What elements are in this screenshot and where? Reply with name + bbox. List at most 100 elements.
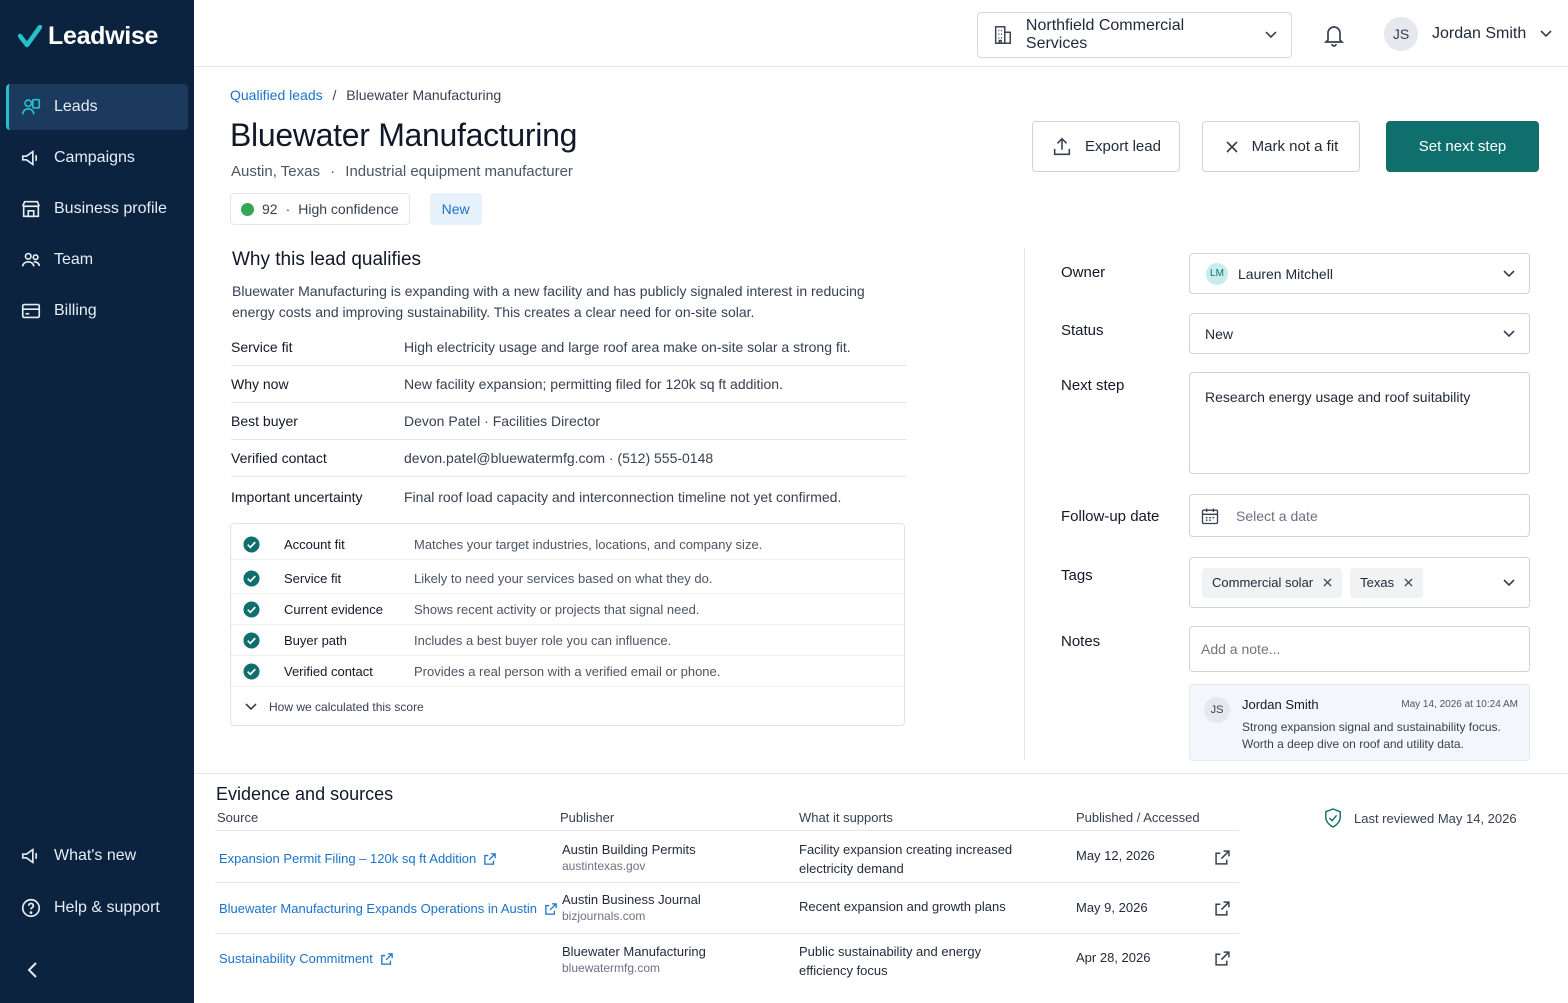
column-header-source: Source <box>217 810 259 825</box>
external-link-icon[interactable] <box>1215 951 1230 966</box>
check-key: Current evidence <box>284 601 383 617</box>
score-calculation-toggle[interactable]: How we calculated this score <box>245 700 424 714</box>
sidebar-item-whats-new[interactable]: What's new <box>6 833 188 879</box>
notes-label: Notes <box>1061 633 1101 650</box>
detail-row: Important uncertainty Final roof load cap… <box>231 478 907 515</box>
page-title: Bluewater Manufacturing <box>230 117 578 153</box>
table-divider <box>215 933 1239 934</box>
org-selector[interactable]: Northfield Commercial Services <box>977 12 1292 58</box>
external-link-icon[interactable] <box>1215 901 1230 916</box>
follow-up-placeholder: Select a date <box>1236 507 1318 524</box>
source-link[interactable]: Sustainability Commitment <box>219 951 393 966</box>
last-reviewed-text: Last reviewed May 14, 2026 <box>1354 810 1517 826</box>
detail-value: devon.patel@bluewatermfg.com · (512) 555… <box>404 450 714 466</box>
check-row: Current evidence Shows recent activity o… <box>231 594 904 625</box>
column-header-publisher: Publisher <box>560 810 615 825</box>
supports-text: Public sustainability and energy efficie… <box>799 944 982 978</box>
sidebar-item-business-profile[interactable]: Business profile <box>6 186 188 232</box>
leads-icon <box>21 98 41 115</box>
published-date: May 12, 2026 <box>1076 848 1155 863</box>
publisher-name: Austin Building Permits <box>562 842 696 857</box>
owner-label: Owner <box>1061 264 1106 281</box>
column-header-supports: What it supports <box>799 810 893 825</box>
publisher-domain: austintexas.gov <box>562 859 646 873</box>
chevron-down-icon <box>1540 30 1552 38</box>
check-key: Buyer path <box>284 632 347 648</box>
publisher-domain: bluewatermfg.com <box>562 961 661 975</box>
note-author: Jordan Smith <box>1242 697 1319 712</box>
source-title: Bluewater Manufacturing Expands Operatio… <box>219 901 537 916</box>
sidebar-item-campaigns[interactable]: Campaigns <box>6 135 188 181</box>
lead-location: Austin, Texas <box>231 163 320 180</box>
check-circle-icon <box>243 569 260 587</box>
sidebar-item-label: Help & support <box>54 899 160 916</box>
source-link[interactable]: Expansion Permit Filing – 120k sq ft Add… <box>219 851 497 866</box>
tags-select[interactable]: Commercial solar Texas <box>1189 557 1530 608</box>
close-icon[interactable] <box>1323 578 1332 587</box>
last-reviewed: Last reviewed May 14, 2026 <box>1324 808 1517 828</box>
status-select[interactable]: New <box>1189 313 1530 354</box>
topbar: Northfield Commercial Services JS Jordan… <box>194 0 1568 67</box>
upload-icon <box>1053 137 1071 155</box>
score-checklist: Account fit Matches your target industri… <box>230 523 905 726</box>
check-key: Account fit <box>284 536 345 552</box>
column-divider <box>1024 248 1025 760</box>
external-link-icon <box>545 902 557 915</box>
check-row: Buyer path Includes a best buyer role yo… <box>231 625 904 656</box>
next-step-value: Research energy usage and roof suitabili… <box>1205 389 1471 405</box>
publisher-name: Austin Business Journal <box>562 892 701 907</box>
publisher-name: Bluewater Manufacturing <box>562 944 706 959</box>
tags-label: Tags <box>1061 567 1093 584</box>
table-divider <box>215 882 1239 883</box>
external-link-icon[interactable] <box>1215 850 1230 865</box>
building-icon <box>994 26 1011 44</box>
sidebar-item-leads[interactable]: Leads <box>6 84 188 130</box>
owner-avatar: LM <box>1206 262 1228 285</box>
sidebar-item-label: What's new <box>54 847 137 864</box>
source-link[interactable]: Bluewater Manufacturing Expands Operatio… <box>219 901 557 916</box>
breadcrumb: Qualified leads / Bluewater Manufacturin… <box>230 87 501 103</box>
calendar-icon <box>1201 508 1219 524</box>
owner-select[interactable]: LM Lauren Mitchell <box>1189 253 1530 294</box>
sidebar-item-billing[interactable]: Billing <box>6 288 188 334</box>
tag-label: Commercial solar <box>1212 575 1314 590</box>
close-icon[interactable] <box>1404 578 1413 587</box>
sidebar-item-label: Billing <box>54 302 97 319</box>
check-key: Verified contact <box>284 663 373 679</box>
detail-value: Final roof load capacity and interconnec… <box>404 488 842 505</box>
logo[interactable]: Leadwise <box>18 22 158 51</box>
column-header-date: Published / Accessed <box>1076 810 1200 825</box>
detail-key: Important uncertainty <box>231 488 363 505</box>
note-date: May 14, 2026 at 10:24 AM <box>1401 699 1518 710</box>
section-divider <box>194 773 1568 774</box>
checkmark-logo-icon <box>18 24 42 47</box>
user-menu[interactable]: JS Jordan Smith <box>1384 17 1552 51</box>
publisher: Austin Building Permits austintexas.gov <box>562 841 696 875</box>
note-card: JS Jordan Smith May 14, 2026 at 10:24 AM… <box>1189 684 1530 761</box>
set-next-step-button[interactable]: Set next step <box>1386 121 1539 172</box>
check-circle-icon <box>243 631 260 649</box>
chevron-down-icon <box>1503 329 1515 337</box>
team-icon <box>21 252 41 267</box>
detail-value: New facility expansion; permitting filed… <box>404 376 783 392</box>
separator-dot: · <box>330 163 336 180</box>
export-lead-button[interactable]: Export lead <box>1032 121 1180 172</box>
tag-chip: Texas <box>1350 567 1424 598</box>
follow-up-date-input[interactable]: Select a date <box>1189 494 1530 537</box>
check-circle-icon <box>243 662 260 680</box>
notifications-button[interactable] <box>1322 22 1346 53</box>
breadcrumb-parent-link[interactable]: Qualified leads <box>230 87 323 103</box>
collapse-sidebar-button[interactable] <box>24 958 42 987</box>
sidebar-item-team[interactable]: Team <box>6 237 188 283</box>
lead-chips: 92 · High confidence New <box>230 193 482 225</box>
note-input[interactable] <box>1189 626 1530 672</box>
sidebar-item-help[interactable]: Help & support <box>6 885 188 931</box>
avatar: JS <box>1204 697 1230 723</box>
megaphone-icon <box>21 149 38 167</box>
shield-check-icon <box>1325 808 1341 828</box>
tag-chip: Commercial solar <box>1202 567 1343 598</box>
confidence-chip: 92 · High confidence <box>230 193 410 225</box>
detail-row: Best buyer Devon Patel · Facilities Direc… <box>231 403 907 440</box>
mark-not-fit-button[interactable]: Mark not a fit <box>1202 121 1360 172</box>
next-step-textarea[interactable]: Research energy usage and roof suitabili… <box>1189 372 1530 474</box>
